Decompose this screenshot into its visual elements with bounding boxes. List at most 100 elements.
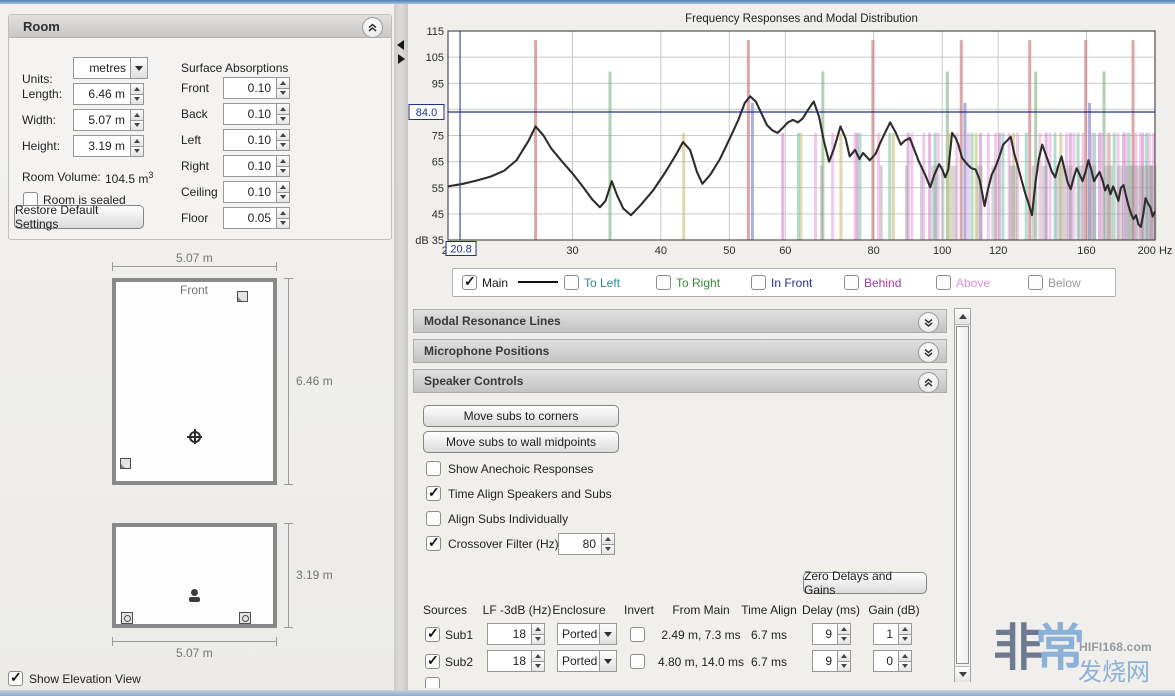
crossover-filter-spinner[interactable]: 80 (558, 533, 615, 555)
dimension-spinner-buttons[interactable] (131, 83, 144, 105)
legend-checkbox-below[interactable] (1028, 275, 1043, 290)
section-header-microphone-positions[interactable]: Microphone Positions (413, 339, 947, 363)
zero-delays-and-gains-button[interactable]: Zero Delays and Gains (803, 572, 927, 594)
legend-checkbox-behind[interactable] (844, 275, 859, 290)
crossover-filter-checkbox[interactable] (426, 536, 441, 551)
absorption-spinner-value[interactable]: 0.10 (223, 129, 277, 151)
absorption-spinner-buttons[interactable] (277, 77, 290, 99)
legend-checkbox-main[interactable] (462, 275, 477, 290)
sub2-elevation-marker[interactable] (239, 612, 251, 624)
spin-down-icon[interactable] (277, 141, 290, 152)
spin-down-icon[interactable] (131, 121, 144, 132)
sub2-enclosure-dropdown[interactable]: Ported (557, 650, 617, 672)
section-header-modal-resonance-lines[interactable]: Modal Resonance Lines (413, 309, 947, 333)
splitter-collapse-left-icon[interactable] (397, 40, 404, 50)
dimension-spinner-buttons[interactable] (131, 109, 144, 131)
spin-up-icon[interactable] (532, 623, 545, 635)
dimension-spinner[interactable]: 5.07 m (73, 109, 144, 131)
speaker-option-checkbox[interactable] (426, 511, 441, 526)
speaker-option-checkbox[interactable] (426, 461, 441, 476)
spin-down-icon[interactable] (277, 167, 290, 178)
spin-up-icon[interactable] (277, 207, 290, 219)
splitter-collapse-right-icon[interactable] (398, 54, 405, 64)
absorption-spinner-value[interactable]: 0.10 (223, 103, 277, 125)
spin-up-icon[interactable] (277, 181, 290, 193)
absorption-spinner[interactable]: 0.05 (223, 207, 290, 229)
sub2-delay-spinner-value[interactable]: 9 (812, 650, 838, 672)
sub1-enclosure-dropdown-value[interactable]: Ported (557, 623, 600, 645)
dimension-spinner[interactable]: 3.19 m (73, 135, 144, 157)
absorption-spinner[interactable]: 0.10 (223, 181, 290, 203)
scrollbar-thumb[interactable] (956, 326, 969, 664)
units-value[interactable]: metres (73, 57, 131, 79)
absorption-spinner[interactable]: 0.10 (223, 103, 290, 125)
listener-elevation-marker[interactable] (189, 589, 200, 602)
spin-up-icon[interactable] (532, 650, 545, 662)
spin-up-icon[interactable] (277, 77, 290, 89)
sub1-gain-spinner[interactable]: 1 (873, 623, 912, 645)
speaker-option-checkbox[interactable] (426, 486, 441, 501)
spin-up-icon[interactable] (277, 103, 290, 115)
collapse-room-button[interactable] (362, 17, 383, 38)
sub2-plan-marker[interactable] (120, 458, 131, 469)
absorption-spinner[interactable]: 0.10 (223, 155, 290, 177)
show-elevation-view-checkbox[interactable] (8, 671, 23, 686)
sub2-lf-spinner-buttons[interactable] (532, 650, 545, 672)
scroll-down-button[interactable] (955, 666, 970, 682)
absorption-spinner-value[interactable]: 0.10 (223, 181, 277, 203)
restore-default-settings-button[interactable]: Restore Default Settings (14, 205, 144, 229)
dimension-spinner-value[interactable]: 3.19 m (73, 135, 131, 157)
legend-checkbox-above[interactable] (936, 275, 951, 290)
collapse-section-button[interactable] (918, 372, 939, 393)
spin-up-icon[interactable] (131, 83, 144, 95)
dimension-spinner-value[interactable]: 6.46 m (73, 83, 131, 105)
spin-up-icon[interactable] (838, 623, 851, 635)
spin-down-icon[interactable] (899, 662, 912, 673)
spin-down-icon[interactable] (532, 635, 545, 646)
spin-down-icon[interactable] (277, 89, 290, 100)
sub1-checkbox[interactable] (425, 627, 440, 642)
spin-up-icon[interactable] (131, 109, 144, 121)
dimension-spinner-value[interactable]: 5.07 m (73, 109, 131, 131)
spin-down-icon[interactable] (532, 662, 545, 673)
sub1-delay-spinner-value[interactable]: 9 (812, 623, 838, 645)
spin-down-icon[interactable] (277, 219, 290, 230)
sub2-gain-spinner-value[interactable]: 0 (873, 650, 899, 672)
spin-up-icon[interactable] (602, 533, 615, 545)
spin-down-icon[interactable] (131, 95, 144, 106)
legend-checkbox-to-right[interactable] (656, 275, 671, 290)
panel-splitter[interactable] (394, 4, 408, 690)
sub2-lf-spinner[interactable]: 18 (487, 650, 545, 672)
expand-section-button[interactable] (918, 312, 939, 333)
sub1-enclosure-dropdown[interactable]: Ported (557, 623, 617, 645)
absorption-spinner-value[interactable]: 0.10 (223, 77, 277, 99)
absorption-spinner-value[interactable]: 0.10 (223, 155, 277, 177)
spin-down-icon[interactable] (838, 635, 851, 646)
spin-down-icon[interactable] (899, 635, 912, 646)
listener-plan-marker[interactable] (189, 431, 201, 443)
sub1-lf-spinner-value[interactable]: 18 (487, 623, 532, 645)
absorption-spinner-buttons[interactable] (277, 155, 290, 177)
spin-up-icon[interactable] (277, 155, 290, 167)
sub1-gain-spinner-value[interactable]: 1 (873, 623, 899, 645)
sub1-lf-spinner[interactable]: 18 (487, 623, 545, 645)
crossover-filter-value[interactable]: 80 (558, 533, 602, 555)
room-panel-header[interactable]: Room (9, 15, 391, 38)
dropdown-arrow-icon[interactable] (131, 57, 148, 79)
spin-up-icon[interactable] (838, 650, 851, 662)
spin-up-icon[interactable] (899, 623, 912, 635)
sub1-gain-spinner-buttons[interactable] (899, 623, 912, 645)
legend-checkbox-in-front[interactable] (751, 275, 766, 290)
absorption-spinner-value[interactable]: 0.05 (223, 207, 277, 229)
spin-down-icon[interactable] (838, 662, 851, 673)
absorption-spinner-buttons[interactable] (277, 103, 290, 125)
spin-down-icon[interactable] (131, 147, 144, 158)
move-subs-to-wall-midpoints-button[interactable]: Move subs to wall midpoints (423, 431, 619, 453)
dimension-spinner-buttons[interactable] (131, 135, 144, 157)
spin-up-icon[interactable] (899, 650, 912, 662)
scroll-up-button[interactable] (955, 309, 970, 325)
sub2-checkbox[interactable] (425, 654, 440, 669)
sub1-elevation-marker[interactable] (121, 612, 133, 624)
sub1-delay-spinner[interactable]: 9 (812, 623, 851, 645)
move-subs-to-corners-button[interactable]: Move subs to corners (423, 405, 619, 427)
